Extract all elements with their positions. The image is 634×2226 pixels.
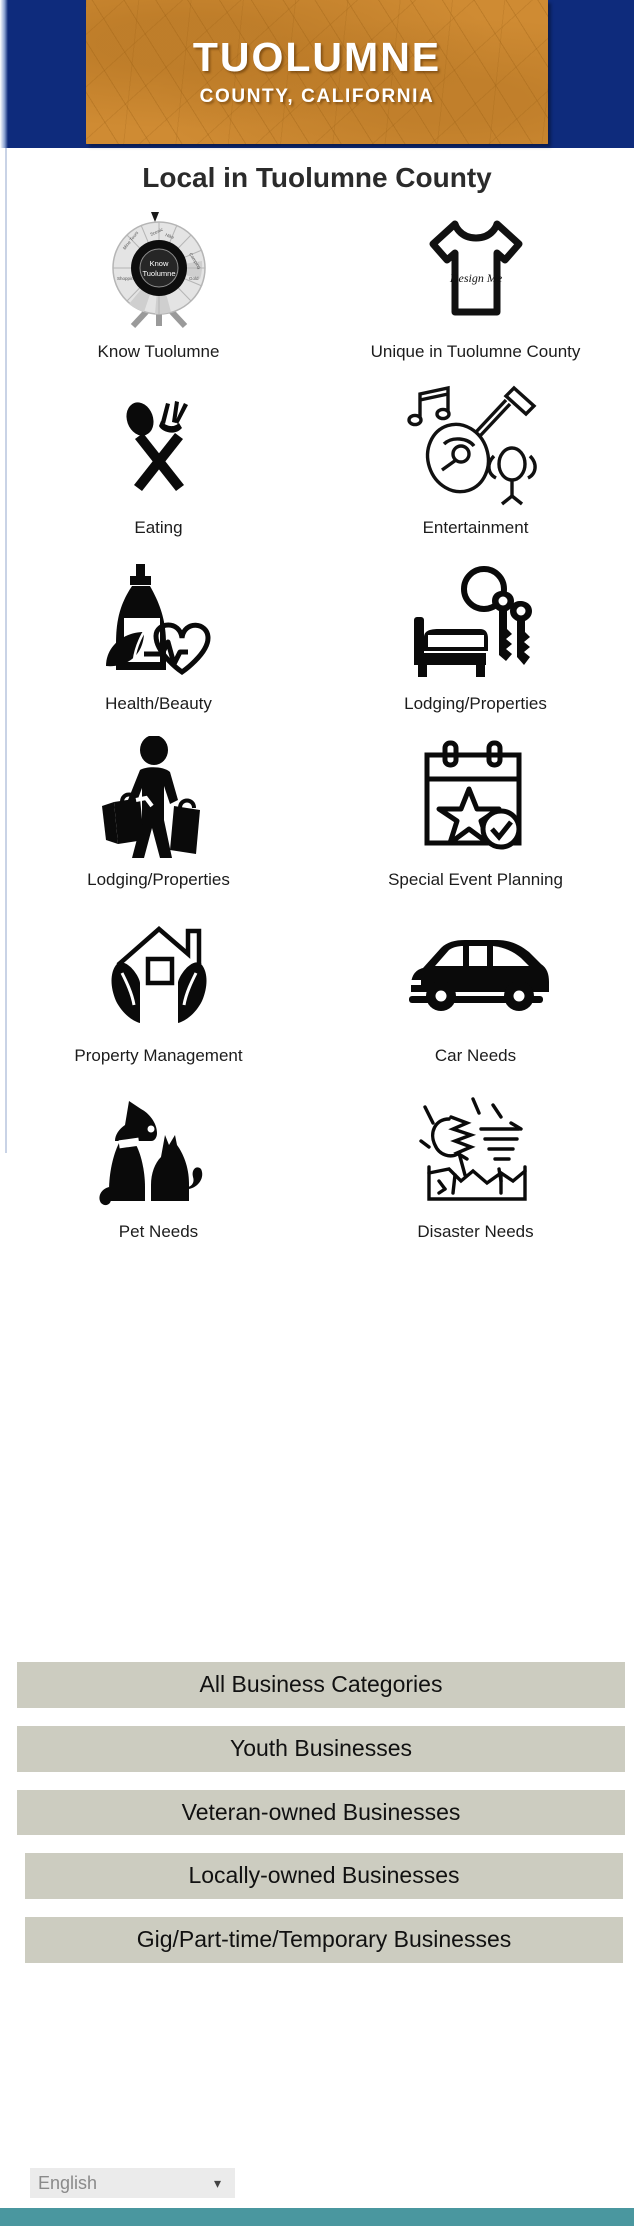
shopper-bags-icon (0, 733, 317, 863)
category-tile-lodging-properties-shopper[interactable]: Lodging/Properties (0, 733, 317, 909)
lotion-bottle-heart-icon (0, 557, 317, 687)
category-tile-label: Eating (134, 518, 183, 537)
locally-owned-businesses-button[interactable]: Locally-owned Businesses (25, 1853, 623, 1899)
banner-title: TUOLUMNE (192, 33, 442, 80)
grid-row: Lodging/Properties Special Event Plannin… (0, 733, 634, 909)
category-tile-lodging-properties-bed[interactable]: Lodging/Properties (317, 557, 634, 733)
category-tile-label: Lodging/Properties (404, 694, 547, 713)
category-tile-property-management[interactable]: Property Management (0, 909, 317, 1085)
category-tile-special-event-planning[interactable]: Special Event Planning (317, 733, 634, 909)
grid-row: Scenic Hike Camping Gold Shopping Mine T… (0, 205, 634, 381)
category-tile-label: Property Management (74, 1046, 243, 1065)
bed-keys-icon (317, 557, 634, 687)
all-business-categories-button[interactable]: All Business Categories (17, 1662, 625, 1708)
category-tile-entertainment[interactable]: Entertainment (317, 381, 634, 557)
shirt-text: Design Me (448, 271, 502, 285)
grid-row: Eating Entertainment (0, 381, 634, 557)
footer-bar (0, 2208, 634, 2226)
tshirt-icon: Design Me (317, 205, 634, 335)
spoon-fork-icon (0, 381, 317, 511)
language-selector[interactable]: English ▾ (30, 2168, 235, 2198)
category-tile-label: Health/Beauty (105, 694, 212, 713)
wheel-center-line1: Know (149, 259, 168, 268)
prize-wheel-icon: Scenic Hike Camping Gold Shopping Mine T… (0, 205, 317, 335)
category-tile-label: Car Needs (434, 1046, 517, 1065)
category-tile-label: Unique in Tuolumne County (370, 342, 581, 361)
grid-row: Health/Beauty Lodging/Properties (0, 557, 634, 733)
page-title: Local in Tuolumne County (142, 162, 492, 193)
car-icon (317, 909, 634, 1039)
category-tile-car-needs[interactable]: Car Needs (317, 909, 634, 1085)
category-tile-label: Special Event Planning (388, 870, 563, 889)
disaster-tornado-icon (317, 1085, 634, 1215)
category-icon-grid: Scenic Hike Camping Gold Shopping Mine T… (0, 205, 634, 1261)
category-tile-label: Entertainment (422, 518, 529, 537)
category-tile-label: Disaster Needs (417, 1222, 534, 1241)
category-tile-eating[interactable]: Eating (0, 381, 317, 557)
youth-businesses-button[interactable]: Youth Businesses (17, 1725, 625, 1772)
guitar-music-balloons-icon (317, 381, 634, 511)
house-in-hands-icon (0, 909, 317, 1039)
category-tile-disaster-needs[interactable]: Disaster Needs (317, 1085, 634, 1261)
business-category-buttons: All Business Categories Youth Businesses… (0, 1662, 634, 1981)
category-tile-unique-in-tuolumne-county[interactable]: Design Me Unique in Tuolumne County (317, 205, 634, 381)
category-tile-health-beauty[interactable]: Health/Beauty (0, 557, 317, 733)
svg-text:Gold: Gold (189, 276, 199, 281)
grid-row: Property Management Car Needs (0, 909, 634, 1085)
calendar-star-check-icon (317, 733, 634, 863)
category-tile-label: Know Tuolumne (97, 342, 220, 361)
category-tile-label: Pet Needs (118, 1222, 199, 1241)
veteran-owned-businesses-button[interactable]: Veteran-owned Businesses (17, 1789, 625, 1836)
language-select[interactable]: English (30, 2168, 235, 2198)
category-tile-know-tuolumne[interactable]: Scenic Hike Camping Gold Shopping Mine T… (0, 205, 317, 381)
category-tile-pet-needs[interactable]: Pet Needs (0, 1085, 317, 1261)
banner-subtitle: COUNTY, CALIFORNIA (199, 85, 435, 107)
category-tile-label: Lodging/Properties (87, 870, 230, 889)
grid-row: Pet Needs Disaster Needs (0, 1085, 634, 1261)
dog-cat-icon (0, 1085, 317, 1215)
gig-part-time-temporary-businesses-button[interactable]: Gig/Part-time/Temporary Businesses (25, 1917, 623, 1963)
wheel-center-line2: Tuolumne (142, 269, 175, 278)
